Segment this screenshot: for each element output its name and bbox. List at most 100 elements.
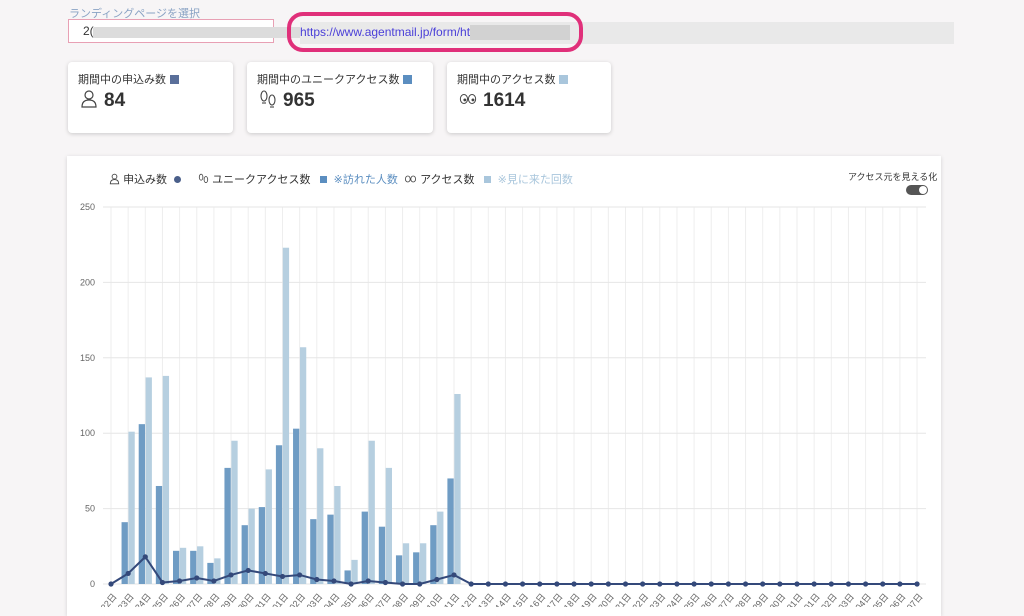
x-tick-label: 24日: [665, 592, 685, 607]
x-tick-label: 26日: [167, 592, 187, 607]
y-tick-label: 0: [90, 579, 95, 589]
x-tick-label: 02日: [287, 592, 307, 607]
x-tick-label: 30日: [768, 592, 788, 607]
point-applications: [777, 581, 783, 587]
x-tick-label: 27日: [185, 592, 205, 607]
y-tick-label: 50: [85, 504, 95, 514]
bar-access: [179, 547, 187, 584]
x-tick-label: 20日: [596, 592, 616, 607]
bar-access: [454, 393, 461, 584]
point-applications: [177, 578, 183, 584]
bar-unique-access: [447, 478, 454, 584]
point-applications: [640, 581, 646, 587]
point-applications: [125, 570, 131, 577]
point-applications: [725, 581, 732, 587]
point-applications: [794, 581, 800, 587]
point-applications: [520, 581, 526, 587]
bar-access: [402, 543, 410, 584]
bar-unique-access: [155, 485, 163, 584]
point-applications: [674, 581, 680, 587]
point-applications: [399, 581, 406, 587]
point-applications: [485, 581, 491, 587]
point-applications: [434, 576, 440, 583]
x-tick-label: 03日: [836, 592, 856, 607]
chart: 05010015020025022日23日24日25日26日27日28日29日3…: [80, 202, 926, 607]
point-applications: [828, 581, 834, 587]
x-tick-label: 29日: [750, 592, 770, 607]
x-tick-label: 25日: [150, 592, 170, 607]
x-tick-label: 27日: [716, 592, 736, 607]
point-applications: [502, 581, 509, 587]
point-applications: [845, 581, 852, 587]
point-applications: [622, 581, 629, 587]
point-applications: [537, 581, 543, 587]
point-applications: [897, 581, 903, 587]
point-applications: [605, 581, 611, 587]
x-tick-label: 01日: [802, 592, 822, 607]
x-tick-label: 23日: [116, 592, 136, 607]
y-tick-label: 200: [80, 277, 95, 287]
x-tick-label: 15日: [510, 592, 530, 607]
bar-access: [385, 467, 392, 584]
bar-access: [265, 469, 272, 584]
x-tick-label: 22日: [630, 592, 650, 607]
x-tick-label: 31日: [253, 592, 273, 607]
point-applications: [451, 572, 457, 578]
x-tick-label: 29日: [219, 592, 239, 607]
x-tick-label: 21日: [613, 592, 633, 607]
bar-unique-access: [293, 428, 300, 584]
bar-unique-access: [361, 511, 368, 584]
point-applications: [880, 581, 886, 587]
bar-access: [231, 440, 238, 584]
bar-unique-access: [395, 555, 403, 584]
x-tick-label: 04日: [853, 592, 873, 607]
y-tick-label: 150: [80, 353, 95, 363]
x-tick-label: 01日: [270, 592, 290, 607]
x-tick-label: 28日: [733, 592, 753, 607]
y-tick-label: 250: [80, 202, 95, 212]
x-tick-label: 17日: [545, 592, 565, 607]
bar-unique-access: [413, 552, 420, 584]
bar-access: [437, 511, 444, 584]
point-applications: [571, 581, 577, 587]
x-tick-label: 26日: [699, 592, 719, 607]
point-applications: [245, 567, 251, 574]
x-tick-label: 02日: [819, 592, 839, 607]
x-tick-label: 07日: [905, 592, 925, 607]
point-applications: [417, 581, 423, 587]
x-tick-label: 10日: [425, 592, 445, 607]
x-tick-label: 04日: [322, 592, 342, 607]
x-tick-label: 13日: [476, 592, 496, 607]
point-applications: [142, 554, 148, 560]
bar-access: [299, 347, 307, 584]
point-applications: [331, 578, 337, 584]
point-applications: [194, 575, 200, 581]
x-tick-label: 06日: [356, 592, 376, 607]
x-tick-label: 28日: [202, 592, 222, 607]
bar-access: [334, 485, 341, 584]
bar-unique-access: [310, 519, 317, 584]
x-tick-label: 08日: [390, 592, 410, 607]
bar-access: [145, 377, 152, 584]
point-applications: [262, 570, 268, 577]
point-applications: [657, 581, 663, 587]
point-applications: [365, 578, 371, 584]
x-tick-label: 24日: [133, 592, 153, 607]
x-tick-label: 06日: [888, 592, 908, 607]
point-applications: [228, 572, 234, 578]
point-applications: [742, 581, 749, 587]
point-applications: [708, 581, 714, 587]
x-tick-label: 03日: [305, 592, 325, 607]
x-tick-label: 11日: [442, 592, 461, 607]
point-applications: [588, 581, 594, 587]
point-applications: [348, 581, 354, 587]
bar-access: [368, 440, 375, 584]
bar-access: [162, 375, 170, 584]
x-tick-label: 14日: [493, 592, 513, 607]
y-tick-label: 100: [80, 428, 95, 438]
x-tick-label: 07日: [373, 592, 393, 607]
point-applications: [159, 579, 166, 586]
point-applications: [211, 578, 217, 584]
point-applications: [382, 579, 388, 586]
x-tick-label: 16日: [528, 592, 548, 607]
